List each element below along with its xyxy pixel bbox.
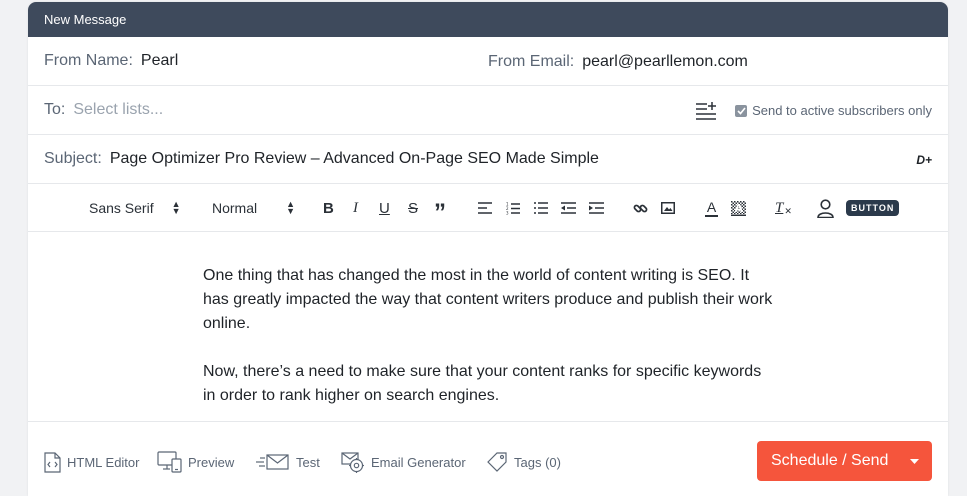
- to-tools: Send to active subscribers only: [695, 86, 932, 135]
- new-message-window: New Message From Name: Pearl From Email:…: [28, 2, 948, 496]
- html-editor-label: HTML Editor: [67, 454, 140, 470]
- subject-row: Subject: Page Optimizer Pro Review – Adv…: [28, 135, 948, 184]
- underline-button[interactable]: U: [379, 184, 390, 232]
- select-lists-input[interactable]: Select lists...: [73, 101, 163, 119]
- caret-down-icon: [910, 458, 919, 464]
- text-color-bar: [705, 214, 718, 217]
- italic-button[interactable]: I: [353, 184, 358, 232]
- ordered-list-icon[interactable]: 123: [506, 184, 520, 232]
- from-row: From Name: Pearl From Email: pearl@pearl…: [28, 37, 948, 86]
- text-color-button[interactable]: A: [705, 184, 718, 232]
- font-size-value: Normal: [212, 200, 258, 216]
- format-toolbar: Sans Serif ▲▼ Normal ▲▼ B I U S ” 123: [28, 184, 948, 232]
- subject-label: Subject:: [44, 150, 102, 167]
- to-label: To:: [44, 101, 66, 118]
- updown-icon: ▲ ▼: [171, 199, 181, 216]
- email-generator-label: Email Generator: [371, 454, 466, 470]
- strike-button[interactable]: S: [408, 184, 418, 232]
- font-family-select[interactable]: Sans Serif ▲ ▼: [89, 184, 181, 232]
- bold-button[interactable]: B: [323, 184, 334, 232]
- active-subscribers-checkbox[interactable]: [735, 104, 748, 117]
- image-icon[interactable]: [661, 184, 675, 232]
- clear-x-icon: ✕: [784, 205, 792, 216]
- from-email-group: From Email: pearl@pearllemon.com: [488, 37, 748, 86]
- button-label-pill: BUTTON: [846, 200, 900, 216]
- editor-paragraph: One thing that has changed the most in t…: [203, 267, 773, 332]
- svg-text:3: 3: [506, 210, 509, 215]
- clear-format-letter: T: [775, 199, 784, 216]
- preview-label: Preview: [188, 454, 235, 470]
- message-footer: HTML Editor Preview Test Email Generator…: [28, 424, 948, 496]
- tags-button[interactable]: Tags (0): [486, 450, 561, 474]
- person-icon[interactable]: [817, 184, 834, 232]
- blockquote-button[interactable]: ”: [434, 184, 446, 232]
- html-file-icon: [44, 451, 61, 473]
- from-email-label: From Email:: [488, 52, 575, 70]
- test-label: Test: [296, 454, 320, 470]
- message-editor[interactable]: One thing that has changed the most in t…: [28, 232, 948, 422]
- tag-icon: [487, 452, 507, 472]
- tags-label: Tags (0): [514, 454, 561, 470]
- outdent-icon[interactable]: [561, 184, 576, 232]
- font-size-select[interactable]: Normal ▲ ▼: [212, 184, 295, 232]
- insert-button-tool[interactable]: BUTTON: [846, 184, 900, 232]
- background-color-icon[interactable]: A: [731, 184, 746, 232]
- from-email-field[interactable]: pearl@pearllemon.com: [582, 53, 748, 71]
- font-family-value: Sans Serif: [89, 200, 154, 216]
- schedule-send-button[interactable]: Schedule / Send: [757, 441, 932, 481]
- align-icon[interactable]: [478, 184, 492, 232]
- html-editor-button[interactable]: HTML Editor: [44, 450, 139, 474]
- email-generator-button[interactable]: Email Generator: [341, 450, 466, 474]
- link-icon[interactable]: [633, 184, 648, 232]
- window-title: New Message: [28, 2, 948, 37]
- subject-tools: D+: [916, 135, 932, 184]
- bullet-list-icon[interactable]: [534, 184, 548, 232]
- test-button[interactable]: Test: [255, 450, 320, 474]
- active-subscribers-label[interactable]: Send to active subscribers only: [752, 103, 932, 118]
- indent-icon[interactable]: [589, 184, 604, 232]
- add-list-icon[interactable]: [695, 101, 717, 121]
- from-name-label: From Name:: [44, 52, 133, 69]
- to-row: To: Select lists... Send to active subsc…: [28, 86, 948, 135]
- editor-paragraph: Now, there’s a need to make sure that yo…: [203, 363, 762, 404]
- updown-icon: ▲ ▼: [286, 199, 296, 216]
- schedule-send-label: Schedule / Send: [771, 452, 889, 469]
- devices-icon: [157, 451, 182, 473]
- text-color-letter: A: [706, 198, 717, 215]
- svg-text:A: A: [735, 202, 744, 215]
- gear-mail-icon: [341, 452, 364, 473]
- send-options-dropdown[interactable]: [897, 441, 932, 481]
- dynamic-content-button[interactable]: D+: [916, 153, 932, 167]
- preview-button[interactable]: Preview: [157, 450, 234, 474]
- clear-format-button[interactable]: T ✕: [775, 184, 792, 232]
- subject-input[interactable]: Page Optimizer Pro Review – Advanced On-…: [110, 150, 599, 168]
- send-mail-icon: [256, 454, 289, 470]
- from-name-field[interactable]: Pearl: [141, 52, 178, 70]
